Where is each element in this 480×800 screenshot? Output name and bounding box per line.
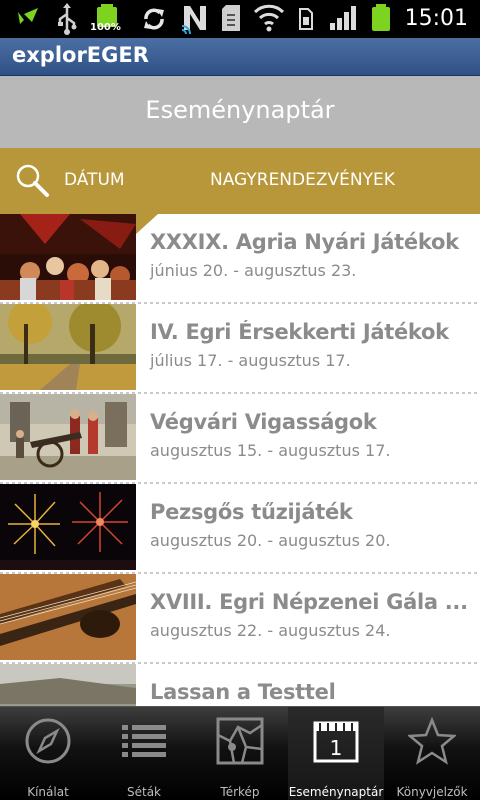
tab-label: Eseménynaptár xyxy=(288,785,384,799)
list-item[interactable]: XXXIX. Agria Nyári Játékok június 20. - … xyxy=(0,214,480,304)
page-title: Eseménynaptár xyxy=(145,96,335,124)
list-item[interactable]: Lassan a Testtel xyxy=(0,664,480,706)
battery-percent-label: 100% xyxy=(90,22,121,33)
status-bar: 100% 15:01 xyxy=(0,0,480,38)
event-title: XXXIX. Agria Nyári Játékok xyxy=(150,230,459,254)
event-date: július 17. - augusztus 17. xyxy=(150,351,351,370)
calendar-icon: 1 xyxy=(313,721,359,763)
app-title: explorEGER xyxy=(12,43,149,67)
tab-big-events[interactable]: NAGYRENDEZVÉNYEK xyxy=(210,170,395,190)
usb-debug-icon xyxy=(16,8,38,30)
tab-label: Séták xyxy=(126,785,161,799)
tab-konyvjelzok[interactable]: Könyvjelzők xyxy=(384,707,480,800)
wifi-icon xyxy=(253,4,285,32)
event-thumbnail xyxy=(0,394,136,480)
list-item[interactable]: XVIII. Egri Népzenei Gála ... augusztus … xyxy=(0,574,480,664)
status-time: 15:01 xyxy=(404,6,468,31)
star-icon xyxy=(408,717,456,765)
tab-date[interactable]: DÁTUM xyxy=(64,170,125,190)
tab-kinalat[interactable]: Kínálat xyxy=(0,707,96,800)
event-date: augusztus 15. - augusztus 17. xyxy=(150,441,391,460)
battery-icon xyxy=(372,4,390,31)
tab-esemenynaptar[interactable]: 1 Eseménynaptár xyxy=(288,707,384,800)
sd-card-icon xyxy=(222,5,240,31)
filter-bar: DÁTUM NAGYRENDEZVÉNYEK xyxy=(0,148,480,214)
app-bar: explorEGER xyxy=(0,38,480,76)
bottom-tab-bar: Kínálat Séták Térkép 1 Eseménynaptár Kön… xyxy=(0,706,480,800)
event-title: Lassan a Testtel xyxy=(150,680,336,704)
n-icon xyxy=(181,6,206,35)
event-thumbnail xyxy=(0,304,136,390)
tab-label: Könyvjelzők xyxy=(396,785,468,799)
screen: 100% 15:01 explorEGER Eseménynaptár DÁTU… xyxy=(0,0,480,800)
signal-icon xyxy=(330,6,356,30)
list-item[interactable]: IV. Egri Érsekkerti Játékok július 17. -… xyxy=(0,304,480,394)
sim-icon xyxy=(299,8,313,30)
compass-icon xyxy=(25,718,71,764)
list-item[interactable]: Pezsgős tűzijáték augusztus 20. - augusz… xyxy=(0,484,480,574)
page-header: Eseménynaptár xyxy=(0,76,480,148)
event-thumbnail xyxy=(0,214,136,300)
tab-label: Térkép xyxy=(220,785,260,799)
tab-label: Kínálat xyxy=(27,785,69,799)
list-item[interactable]: Végvári Vigasságok augusztus 15. - augus… xyxy=(0,394,480,484)
event-date: augusztus 20. - augusztus 20. xyxy=(150,531,391,550)
event-title: Végvári Vigasságok xyxy=(150,410,377,434)
event-date: augusztus 22. - augusztus 24. xyxy=(150,621,391,640)
search-icon[interactable] xyxy=(14,162,50,198)
active-tab-indicator xyxy=(136,214,158,234)
event-thumbnail xyxy=(0,574,136,660)
usb-icon xyxy=(58,3,77,35)
event-thumbnail xyxy=(0,664,136,706)
event-title: IV. Egri Érsekkerti Játékok xyxy=(150,320,449,344)
svg-text:1: 1 xyxy=(330,736,343,760)
event-list[interactable]: XXXIX. Agria Nyári Játékok június 20. - … xyxy=(0,214,480,706)
map-icon xyxy=(216,717,264,765)
event-thumbnail xyxy=(0,484,136,570)
event-title: XVIII. Egri Népzenei Gála ... xyxy=(150,590,468,614)
sync-icon xyxy=(144,8,164,30)
event-title: Pezsgős tűzijáték xyxy=(150,500,353,524)
tab-setak[interactable]: Séták xyxy=(96,707,192,800)
list-icon xyxy=(122,725,166,757)
tab-terkep[interactable]: Térkép xyxy=(192,707,288,800)
event-date: június 20. - augusztus 23. xyxy=(150,261,357,280)
